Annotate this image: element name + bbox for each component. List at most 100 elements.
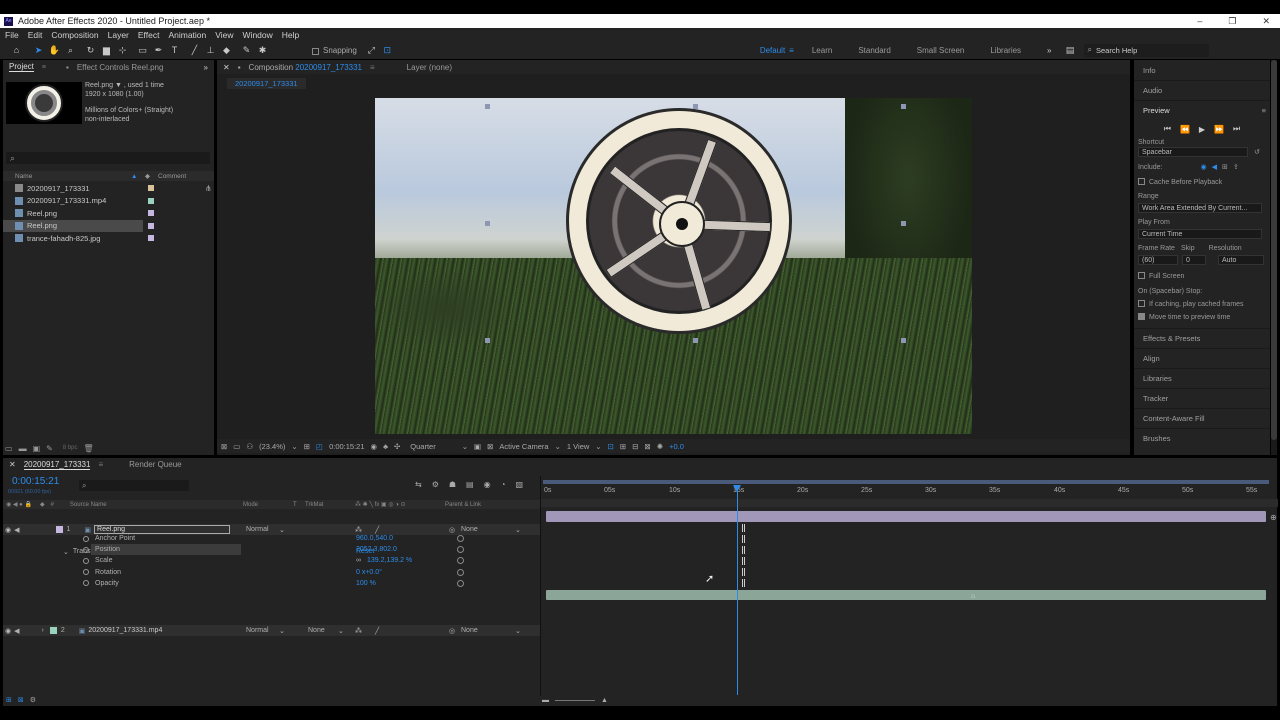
transfer-controls-icon[interactable]: ⊠ (18, 696, 24, 704)
time-graph[interactable]: 0s 05s 10s 15s 20s 25s 30s 35s 40s 45s 5… (540, 476, 1278, 696)
layer-switches-icon[interactable]: ⊞ (6, 696, 12, 704)
puppet-tool-icon[interactable]: ✱ (256, 44, 269, 57)
lock-icon[interactable]: ▪ (66, 63, 69, 72)
in-out-icon[interactable]: ⚙ (30, 696, 36, 704)
new-composition-icon[interactable]: ▣ (33, 444, 41, 453)
content-aware-fill-tab[interactable]: Content-Aware Fill (1134, 408, 1270, 428)
zoom-dropdown[interactable]: (23.4%) (259, 442, 285, 451)
graph-editor-icon[interactable]: ◔ (501, 480, 506, 489)
panel-menu-icon[interactable]: ≡ (1262, 106, 1266, 115)
reset-icon[interactable]: ↺ (1254, 148, 1260, 157)
mode-select[interactable]: Normal (246, 627, 269, 634)
lock-icon[interactable]: ▪ (238, 63, 241, 72)
eraser-tool-icon[interactable]: ◆ (220, 44, 233, 57)
brush-tool-icon[interactable]: ╱ (188, 44, 201, 57)
prop-opacity[interactable]: Opacity 100 % (3, 578, 540, 589)
tracker-tab[interactable]: Tracker (1134, 388, 1270, 408)
label-swatch[interactable] (49, 627, 57, 635)
layer-bar-2[interactable] (546, 590, 1266, 600)
include-layer-icon[interactable]: ⇪ (1233, 163, 1239, 172)
search-help-input[interactable]: Search Help (1096, 46, 1137, 55)
frame-blending-icon[interactable]: ▤ (466, 480, 474, 489)
comp-breadcrumb[interactable]: 20200917_173331 (227, 78, 306, 89)
label-swatch[interactable] (148, 222, 154, 229)
panel-menu-icon[interactable]: ≡ (370, 63, 375, 72)
comp-timecode[interactable]: 0:00:15:21 (329, 442, 364, 451)
label-swatch[interactable] (55, 526, 63, 533)
zoom-in-icon[interactable]: ▲ (601, 697, 608, 704)
keyframe-marker[interactable] (742, 535, 745, 543)
visibility-icon[interactable]: ◉ (5, 627, 11, 635)
snapshot-icon[interactable]: ◉ (371, 442, 378, 451)
right-scrollbar[interactable] (1271, 60, 1277, 455)
mode-header[interactable]: Mode (243, 502, 258, 508)
pan-behind-icon[interactable]: ⊹ (116, 44, 129, 57)
parent-select[interactable]: None (461, 627, 478, 634)
pickwhip-icon[interactable] (457, 535, 464, 542)
move-time-checkbox[interactable] (1138, 313, 1145, 320)
pixel-aspect-icon[interactable]: ⊡ (608, 442, 614, 451)
panel-menu-icon[interactable]: ≡ (42, 64, 46, 71)
render-queue-tab[interactable]: Render Queue (129, 460, 181, 469)
stopwatch-icon[interactable] (83, 580, 89, 587)
menu-effect[interactable]: Effect (138, 30, 160, 40)
hand-tool-icon[interactable]: ✋ (48, 44, 61, 57)
workspace-small-screen[interactable]: Small Screen (917, 46, 965, 55)
pickwhip-icon[interactable] (457, 579, 464, 587)
camera-dropdown[interactable]: Active Camera (499, 442, 548, 451)
mask-visibility-icon[interactable]: ⊠ (487, 442, 493, 451)
chevron-down-icon[interactable]: ⌄ (462, 442, 468, 451)
vr-icon[interactable]: ⚇ (246, 442, 253, 451)
col-comment[interactable]: Comment (158, 173, 186, 180)
label-swatch[interactable] (148, 185, 154, 191)
pen-tool-icon[interactable]: ✒ (152, 44, 165, 57)
always-preview-icon[interactable]: ⊠ (221, 442, 227, 451)
home-icon[interactable]: ⌂ (10, 44, 23, 57)
constrain-proportions-icon[interactable]: ∞ (356, 557, 361, 564)
motion-blur-icon[interactable]: ◉ (484, 480, 491, 489)
work-area-bar[interactable] (543, 480, 1269, 484)
rectangle-tool-icon[interactable]: ▭ (136, 44, 149, 57)
sort-arrow-icon[interactable]: ▲ (131, 173, 137, 180)
menu-layer[interactable]: Layer (108, 30, 129, 40)
workspace-panel-icon[interactable]: ▤ (1064, 44, 1077, 57)
workspace-menu-icon[interactable]: ≡ (789, 46, 794, 55)
timeline-icon[interactable]: ⊟ (632, 442, 638, 451)
flowchart-icon[interactable]: ⋔ (205, 184, 212, 193)
mode-select[interactable]: Normal (246, 526, 269, 533)
trkmat-select[interactable]: None (308, 627, 325, 634)
prop-value[interactable]: 960.0,540.0 (356, 535, 393, 542)
include-overlay-icon[interactable]: ⊞ (1222, 163, 1228, 172)
chevron-down-icon[interactable]: ⌄ (515, 627, 521, 635)
workspace-libraries[interactable]: Libraries (990, 46, 1021, 55)
prop-anchor-point[interactable]: Anchor Point 960.0,540.0 (3, 533, 540, 544)
timeline-timecode[interactable]: 0:00:15:21 (12, 476, 59, 487)
layer-name[interactable]: 20200917_173331.mp4 (88, 627, 162, 634)
collapse-switch-icon[interactable]: ⁂ (355, 627, 362, 635)
snap-edges-icon[interactable]: ⤢ (365, 44, 378, 57)
stopwatch-icon[interactable] (83, 557, 89, 564)
prop-value[interactable]: 2052.3,802.0 (356, 546, 397, 553)
close-button[interactable]: ✕ (1262, 14, 1270, 28)
prop-position[interactable]: Position 2052.3,802.0 (3, 544, 540, 556)
tab-project[interactable]: Project (9, 62, 34, 72)
clone-stamp-icon[interactable]: ⊥ (204, 44, 217, 57)
t-header[interactable]: T (293, 502, 297, 508)
time-nav-end-icon[interactable]: ⊕ (1270, 513, 1277, 522)
comp-mini-flowchart-icon[interactable]: ⇆ (415, 480, 422, 489)
if-caching-checkbox[interactable] (1138, 300, 1145, 307)
film-reel-image[interactable] (566, 108, 792, 334)
layer-tab[interactable]: Layer (none) (407, 63, 452, 72)
stopwatch-icon[interactable] (83, 569, 89, 576)
layer-row-2[interactable]: ◉ ◀ › 2 ▣ 20200917_173331.mp4 Normal ⌄ N… (3, 625, 540, 637)
playhead-handle-icon[interactable] (733, 485, 742, 492)
keyframe-marker[interactable] (742, 546, 745, 554)
list-item[interactable]: trance-fahadh-825.jpg (3, 232, 214, 245)
source-name-header[interactable]: Source Name (70, 502, 107, 508)
transparency-grid-icon[interactable]: ▣ (474, 442, 481, 451)
workspace-standard[interactable]: Standard (858, 46, 890, 55)
parent-select[interactable]: None (461, 526, 478, 533)
list-item[interactable]: Reel.png (3, 219, 154, 232)
pickwhip-icon[interactable] (457, 568, 464, 576)
menu-window[interactable]: Window (243, 30, 273, 40)
